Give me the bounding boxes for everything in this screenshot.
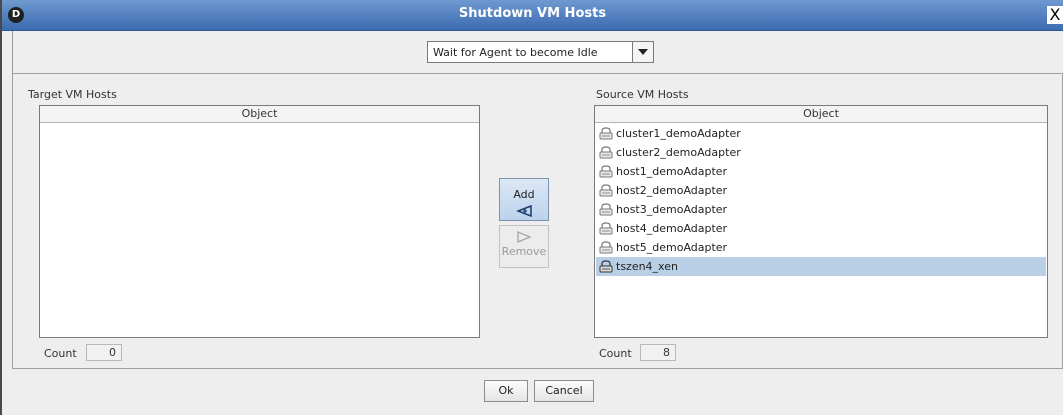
dialog-window: D Shutdown VM Hosts X Wait for Agent to … bbox=[0, 0, 1063, 415]
source-host-row[interactable]: tszen4_xen bbox=[596, 257, 1046, 276]
ok-button[interactable]: Ok bbox=[484, 380, 528, 402]
add-button-label: Add bbox=[513, 188, 535, 201]
source-host-row[interactable]: cluster2_demoAdapter bbox=[596, 143, 1046, 162]
source-host-row[interactable]: host2_demoAdapter bbox=[596, 181, 1046, 200]
main-panel: Target VM Hosts Object Count 0 Add Remov… bbox=[12, 73, 1063, 369]
source-host-name: cluster1_demoAdapter bbox=[616, 127, 741, 140]
source-host-row[interactable]: cluster1_demoAdapter bbox=[596, 124, 1046, 143]
vm-host-icon bbox=[599, 127, 613, 140]
dropdown-arrow-button[interactable] bbox=[632, 42, 653, 62]
source-count-label: Count bbox=[599, 347, 632, 360]
chevron-down-icon bbox=[638, 49, 648, 55]
source-host-name: host4_demoAdapter bbox=[616, 222, 728, 235]
source-host-name: host5_demoAdapter bbox=[616, 241, 728, 254]
source-column-header[interactable]: Object bbox=[595, 106, 1047, 123]
source-hosts-table[interactable]: Object cluster1_demoAdapter cluster2_demo… bbox=[594, 105, 1048, 338]
source-host-row[interactable]: host1_demoAdapter bbox=[596, 162, 1046, 181]
vm-host-icon bbox=[599, 260, 613, 273]
close-button[interactable]: X bbox=[1047, 6, 1063, 24]
arrow-left-add-icon bbox=[516, 205, 532, 217]
vm-host-icon bbox=[599, 241, 613, 254]
vm-host-icon bbox=[599, 203, 613, 216]
source-host-row[interactable]: host4_demoAdapter bbox=[596, 219, 1046, 238]
target-hosts-table[interactable]: Object bbox=[39, 105, 480, 338]
vm-host-icon bbox=[599, 146, 613, 159]
target-count-value: 0 bbox=[86, 344, 122, 361]
source-count-value: 8 bbox=[640, 344, 676, 361]
mode-dropdown[interactable]: Wait for Agent to become Idle bbox=[427, 41, 654, 63]
target-hosts-label: Target VM Hosts bbox=[28, 88, 117, 101]
target-column-header[interactable]: Object bbox=[40, 106, 479, 123]
vm-host-icon bbox=[599, 184, 613, 197]
source-host-row[interactable]: host5_demoAdapter bbox=[596, 238, 1046, 257]
source-host-name: tszen4_xen bbox=[616, 260, 678, 273]
add-button[interactable]: Add bbox=[499, 178, 549, 221]
source-host-name: host3_demoAdapter bbox=[616, 203, 728, 216]
source-host-name: host2_demoAdapter bbox=[616, 184, 728, 197]
title-bar[interactable]: D Shutdown VM Hosts X bbox=[2, 0, 1063, 31]
source-host-name: cluster2_demoAdapter bbox=[616, 146, 741, 159]
vm-host-icon bbox=[599, 165, 613, 178]
source-host-name: host1_demoAdapter bbox=[616, 165, 728, 178]
remove-button[interactable]: Remove bbox=[499, 225, 549, 268]
vm-host-icon bbox=[599, 222, 613, 235]
cancel-button[interactable]: Cancel bbox=[534, 380, 594, 402]
target-count-label: Count bbox=[44, 347, 77, 360]
mode-dropdown-value: Wait for Agent to become Idle bbox=[433, 46, 598, 59]
source-host-row[interactable]: host3_demoAdapter bbox=[596, 200, 1046, 219]
dialog-title: Shutdown VM Hosts bbox=[458, 6, 607, 21]
remove-button-label: Remove bbox=[501, 245, 547, 258]
arrow-right-icon bbox=[517, 231, 531, 243]
source-hosts-label: Source VM Hosts bbox=[596, 88, 689, 101]
